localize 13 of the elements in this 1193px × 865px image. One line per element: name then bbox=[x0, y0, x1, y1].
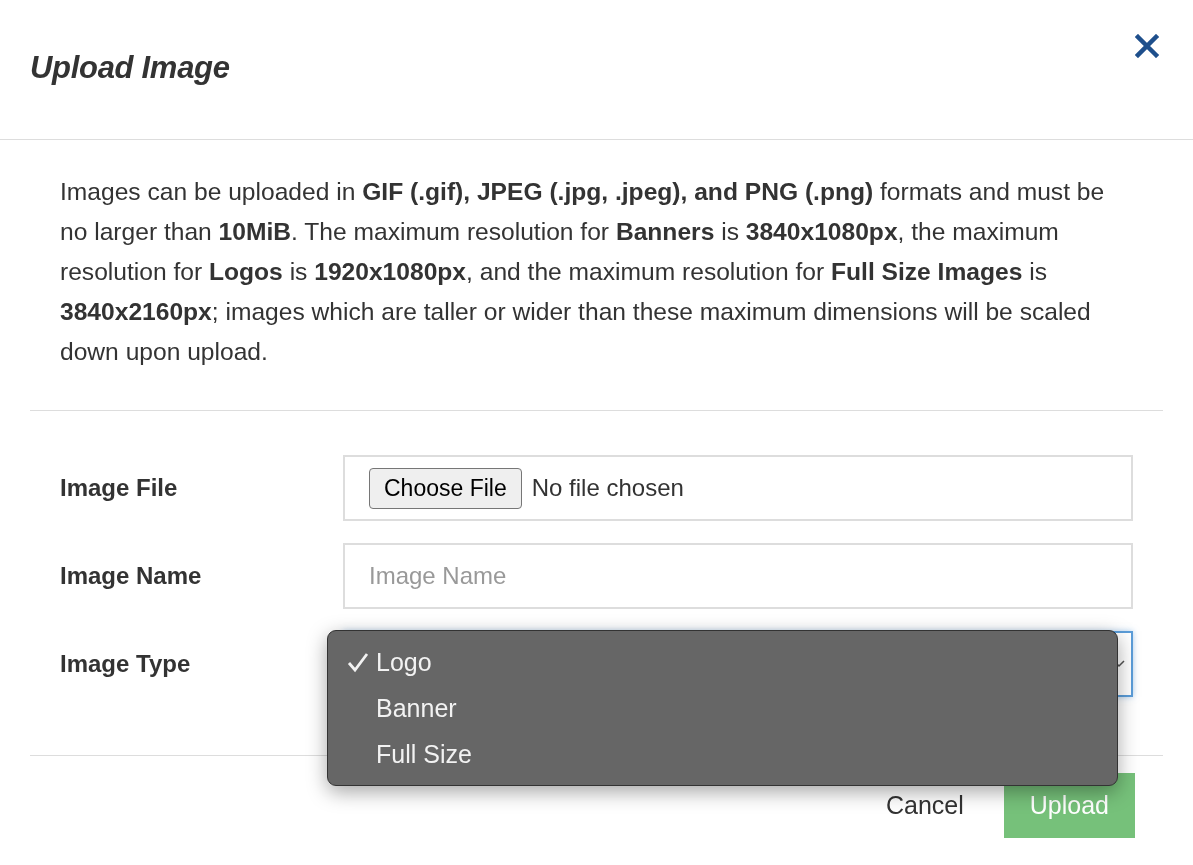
choose-file-button[interactable]: Choose File bbox=[369, 467, 522, 509]
field-label: Image File bbox=[60, 474, 179, 502]
dialog-title: Upload Image bbox=[30, 50, 230, 86]
cancel-button[interactable]: Cancel bbox=[885, 783, 964, 828]
dropdown-option[interactable]: Logo bbox=[328, 639, 1117, 685]
field-label: Image Name bbox=[60, 562, 203, 590]
close-icon[interactable] bbox=[1135, 34, 1159, 58]
name-input-field[interactable]: Image Name bbox=[343, 543, 1133, 609]
file-status: No file chosen bbox=[531, 474, 684, 502]
dropdown-option[interactable]: Banner bbox=[328, 685, 1117, 731]
field-label: Image Type bbox=[60, 650, 192, 678]
file-field[interactable]: Choose File No file chosen bbox=[343, 455, 1133, 521]
description-text: Images can be uploaded in GIF (.gif), JPEG (.jpg, .jpeg), and PNG (.png) formats and must be no larger than 10MiB. The maximum resolution for Banners is 3840x1080px, the maximum resolution for Logos is 1920x1080px, and the maximum resolution for Full Size Images is 3840x2160px; images which are taller or wider than these maximum dimensions will be scaled down upon upload. bbox=[30, 140, 1163, 411]
